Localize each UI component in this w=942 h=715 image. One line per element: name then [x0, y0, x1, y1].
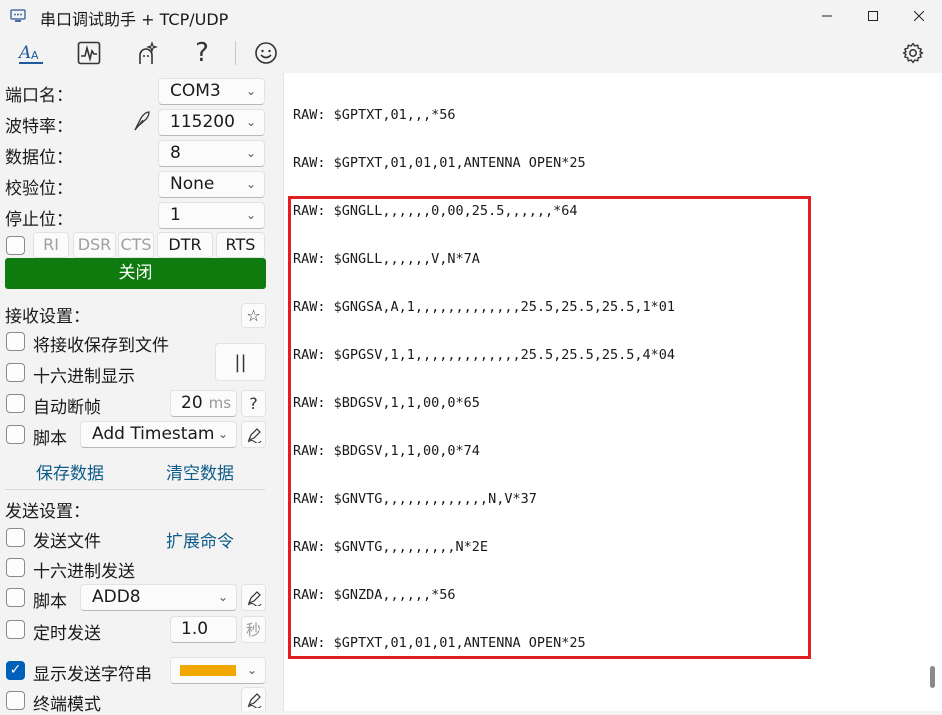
- toolbar-separator: [235, 41, 236, 65]
- flags-checkbox[interactable]: [6, 236, 25, 255]
- ri-button: RI: [33, 232, 69, 258]
- chevron-down-icon: ⌄: [213, 585, 228, 610]
- app-icon: [10, 8, 26, 22]
- chevron-down-icon: ⌄: [241, 141, 256, 166]
- close-port-button[interactable]: 关闭: [5, 258, 266, 289]
- dtr-button[interactable]: DTR: [157, 232, 213, 258]
- pen-icon[interactable]: [241, 687, 266, 711]
- stopbits-label: 停止位：: [5, 210, 73, 230]
- settings-panel: 端口名： COM3 ⌄ 波特率： 115200 ⌄ 数据位： 8 ⌄ 校验位： Non…: [0, 73, 280, 715]
- receive-script-select[interactable]: Add Timestam ⌄: [80, 421, 237, 448]
- timed-send-checkbox[interactable]: [6, 620, 25, 639]
- chevron-down-icon: ⌄: [241, 110, 256, 135]
- console-scrollbar[interactable]: [930, 666, 935, 688]
- chevron-down-icon: ⌄: [241, 203, 256, 228]
- console-line: RAW: $GPTXT,01,01,01,ANTENNA OPEN*25: [293, 155, 586, 171]
- minimize-button[interactable]: [804, 0, 850, 32]
- clear-data-button[interactable]: 清空数据: [166, 459, 234, 484]
- stopbits-select[interactable]: 1 ⌄: [158, 202, 265, 229]
- color-swatch: [180, 665, 236, 676]
- timed-unit-label: 秒: [241, 616, 266, 643]
- baud-label: 波特率：: [5, 117, 73, 137]
- terminal-mode-checkbox[interactable]: [6, 691, 25, 710]
- chevron-down-icon: ⌄: [241, 79, 256, 104]
- hex-display-checkbox[interactable]: [6, 363, 25, 382]
- receive-script-checkbox[interactable]: [6, 425, 25, 444]
- help-button[interactable]: ?: [241, 390, 266, 417]
- waveform-icon[interactable]: [73, 37, 105, 69]
- baud-select[interactable]: 115200 ⌄: [158, 109, 265, 136]
- show-send-str-label: 显示发送字符串: [33, 665, 152, 685]
- ext-cmd-button[interactable]: 扩展命令: [166, 527, 234, 552]
- pen-icon[interactable]: [241, 584, 266, 611]
- pen-icon[interactable]: [241, 421, 266, 448]
- help-icon[interactable]: ?: [186, 37, 218, 69]
- auto-frame-checkbox[interactable]: [6, 394, 25, 413]
- send-script-select[interactable]: ADD8 ⌄: [80, 584, 237, 611]
- quill-icon[interactable]: [132, 110, 152, 132]
- chevron-down-icon: ⌄: [213, 422, 228, 447]
- sparkle-icon[interactable]: [131, 37, 163, 69]
- receive-settings-label: 接收设置：: [5, 307, 90, 327]
- star-icon[interactable]: ☆: [241, 303, 266, 328]
- save-to-file-checkbox[interactable]: [6, 332, 25, 351]
- databits-label: 数据位：: [5, 148, 73, 168]
- show-send-str-checkbox[interactable]: ✓: [6, 661, 25, 680]
- receive-script-label: 脚本: [33, 429, 67, 449]
- save-data-button[interactable]: 保存数据: [36, 459, 104, 484]
- save-to-file-label: 将接收保存到文件: [33, 336, 169, 356]
- chevron-down-icon: ⌄: [242, 658, 257, 683]
- font-icon[interactable]: AA: [15, 37, 47, 69]
- console-line: RAW: $GPTXT,01,,,*56: [293, 107, 456, 123]
- port-label: 端口名：: [5, 86, 73, 106]
- frame-input[interactable]: 20 ms: [170, 390, 237, 417]
- toolbar: AA ?: [0, 33, 942, 73]
- port-select[interactable]: COM3 ⌄: [158, 78, 265, 105]
- title-bar: 串口调试助手 + TCP/UDP: [0, 0, 942, 32]
- timed-send-label: 定时发送: [33, 624, 101, 644]
- send-script-label: 脚本: [33, 592, 67, 612]
- smiley-icon[interactable]: [250, 37, 282, 69]
- close-window-button[interactable]: [896, 0, 942, 32]
- cts-button: CTS: [118, 232, 154, 258]
- send-file-checkbox[interactable]: [6, 528, 25, 547]
- highlight-box: [288, 196, 811, 659]
- timed-interval-input[interactable]: 1.0: [170, 616, 237, 643]
- chevron-down-icon: ⌄: [241, 172, 256, 197]
- window-title: 串口调试助手 + TCP/UDP: [40, 10, 229, 29]
- gear-icon[interactable]: [897, 37, 929, 69]
- svg-text:A: A: [31, 49, 39, 62]
- hex-display-label: 十六进制显示: [33, 367, 135, 387]
- auto-frame-label: 自动断帧: [33, 398, 101, 418]
- svg-text:A: A: [18, 43, 31, 63]
- hex-send-checkbox[interactable]: [6, 558, 25, 577]
- parity-label: 校验位：: [5, 179, 73, 199]
- send-file-label: 发送文件: [33, 532, 101, 552]
- parity-select[interactable]: None ⌄: [158, 171, 265, 198]
- dsr-button: DSR: [73, 232, 116, 258]
- rts-button[interactable]: RTS: [216, 232, 265, 258]
- databits-select[interactable]: 8 ⌄: [158, 140, 265, 167]
- section-divider: [5, 489, 265, 490]
- send-settings-label: 发送设置：: [5, 502, 90, 522]
- send-script-checkbox[interactable]: [6, 588, 25, 607]
- color-picker[interactable]: ⌄: [170, 657, 266, 684]
- maximize-button[interactable]: [850, 0, 896, 32]
- hex-send-label: 十六进制发送: [33, 562, 135, 582]
- pause-button[interactable]: ||: [215, 343, 266, 381]
- terminal-mode-label: 终端模式: [33, 695, 101, 715]
